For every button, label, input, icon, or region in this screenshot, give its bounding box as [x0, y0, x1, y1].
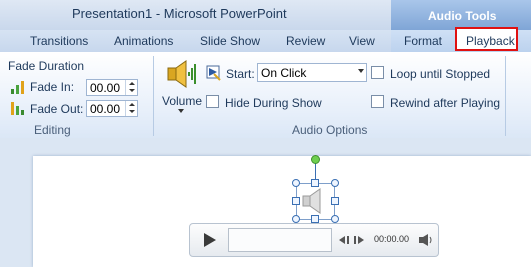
audio-options-group-label: Audio Options: [292, 123, 368, 137]
speaker-volume-icon: [167, 60, 196, 88]
fade-out-icon: [11, 102, 24, 115]
rewind-after-playing-label: Rewind after Playing: [390, 96, 501, 110]
audio-tools-context-header: Audio Tools: [391, 0, 531, 30]
context-header-label: Audio Tools: [428, 9, 497, 23]
playback-time: 00:00.00: [374, 234, 410, 244]
tab-playback[interactable]: Playback: [455, 27, 518, 51]
fade-out-input[interactable]: 00.00: [86, 100, 138, 117]
fade-in-icon: [11, 81, 24, 94]
group-separator: [505, 56, 506, 136]
mute-volume-icon[interactable]: [418, 233, 434, 247]
loop-until-stopped-checkbox[interactable]: [371, 66, 384, 79]
group-separator: [153, 56, 154, 136]
volume-dropdown-icon: [178, 109, 184, 113]
rotation-handle[interactable]: [311, 155, 320, 164]
start-dropdown[interactable]: On Click: [257, 63, 367, 82]
chevron-down-icon: [358, 69, 364, 73]
audio-speaker-icon: [302, 188, 321, 214]
start-value: On Click: [261, 66, 307, 80]
resize-handle-n[interactable]: [311, 179, 319, 187]
volume-label: Volume: [162, 94, 203, 108]
resize-handle-e[interactable]: [331, 197, 339, 205]
resize-handle-nw[interactable]: [292, 179, 300, 187]
resize-handle-ne[interactable]: [331, 179, 339, 187]
editing-group-label: Editing: [34, 123, 71, 137]
hide-during-show-checkbox[interactable]: [206, 95, 219, 108]
seek-bar[interactable]: [228, 228, 332, 252]
rewind-after-playing-checkbox[interactable]: [371, 95, 384, 108]
tab-format[interactable]: Format: [404, 34, 442, 48]
start-icon: [206, 65, 221, 81]
fade-in-value: 00.00: [90, 81, 121, 95]
hide-during-show-label: Hide During Show: [225, 96, 322, 110]
next-icon[interactable]: [353, 235, 365, 245]
previous-icon[interactable]: [338, 235, 350, 245]
loop-until-stopped-label: Loop until Stopped: [390, 67, 491, 81]
fade-duration-header: Fade Duration: [8, 59, 85, 73]
fade-in-spinner[interactable]: [125, 80, 137, 95]
resize-handle-s[interactable]: [311, 215, 319, 223]
fade-in-input[interactable]: 00.00: [86, 79, 138, 96]
tab-review[interactable]: Review: [286, 34, 325, 48]
resize-handle-se[interactable]: [331, 215, 339, 223]
volume-button[interactable]: Volume: [160, 56, 202, 118]
fade-out-value: 00.00: [90, 102, 121, 116]
tab-transitions[interactable]: Transitions: [30, 34, 88, 48]
play-icon[interactable]: [203, 232, 217, 248]
audio-player-bar: 00:00.00: [189, 223, 439, 257]
resize-handle-sw[interactable]: [292, 215, 300, 223]
tab-view[interactable]: View: [349, 34, 375, 48]
tab-slide-show[interactable]: Slide Show: [200, 34, 260, 48]
start-label: Start:: [226, 67, 255, 81]
fade-out-label: Fade Out:: [30, 102, 84, 116]
fade-in-label: Fade In:: [30, 80, 75, 94]
resize-handle-w[interactable]: [292, 197, 300, 205]
tab-playback-label: Playback: [466, 34, 515, 48]
window-title: Presentation1 - Microsoft PowerPoint: [72, 6, 287, 21]
fade-out-spinner[interactable]: [125, 101, 137, 116]
tab-animations[interactable]: Animations: [114, 34, 173, 48]
